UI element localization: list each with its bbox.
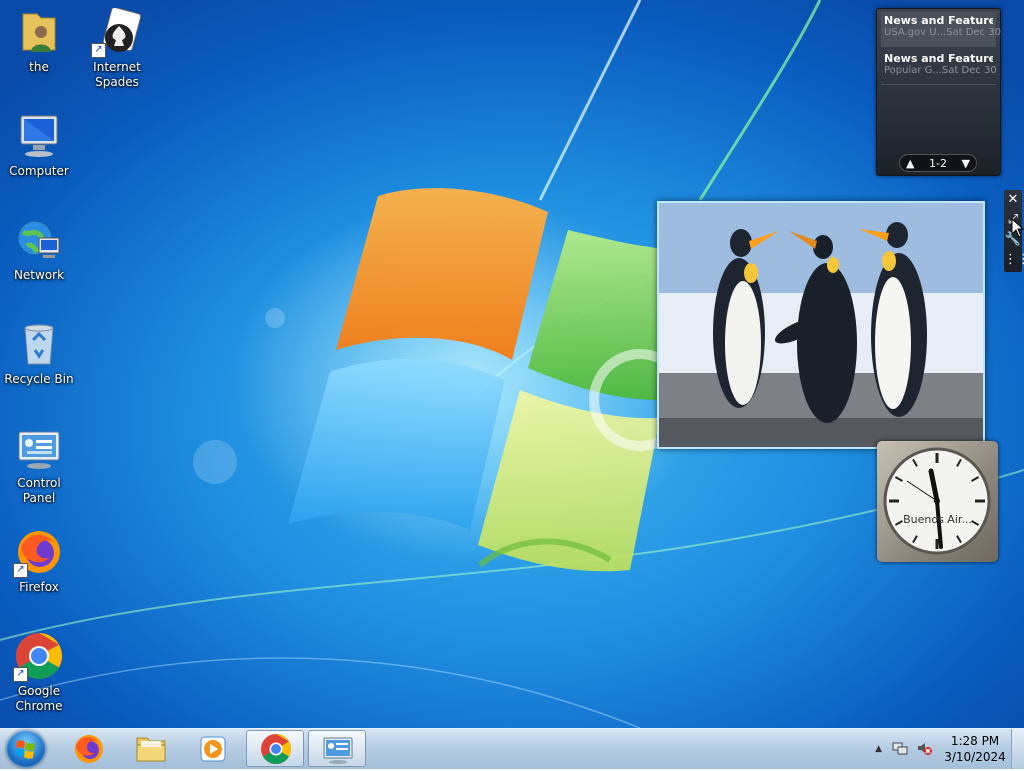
taskbar-media-player[interactable] [184, 730, 242, 767]
start-button[interactable] [6, 730, 46, 768]
taskbar-control-panel[interactable] [308, 730, 366, 767]
recycle-bin-icon [15, 320, 63, 368]
desktop: the ↗ Internet Spades Computer Network R… [0, 0, 1024, 728]
computer-icon [15, 112, 63, 160]
network-status-icon[interactable] [892, 740, 908, 759]
desktop-icon-label: Recycle Bin [4, 372, 74, 386]
feed-item-source: Popular G... [884, 65, 942, 76]
desktop-icon-label: Computer [9, 164, 69, 178]
control-panel-icon [15, 424, 63, 472]
feed-headlines-gadget[interactable]: News and Features f... USA.gov U... Sat … [876, 8, 1001, 176]
desktop-icon-recycle-bin[interactable]: Recycle Bin [0, 314, 78, 387]
mouse-cursor-icon [1011, 218, 1024, 238]
taskbar-time: 1:28 PM [950, 734, 1000, 748]
desktop-icon-firefox[interactable]: ↗ Firefox [0, 522, 78, 595]
arrow-up-icon[interactable]: ▲ [906, 157, 914, 170]
penguins-photo [659, 203, 983, 447]
drag-grip-icon[interactable]: ⋮⋮ [1004, 250, 1024, 270]
show-desktop-button[interactable] [1011, 729, 1024, 769]
feed-item-source: USA.gov U... [884, 27, 947, 38]
taskbar-date: 3/10/2024 [944, 750, 1006, 764]
desktop-icon-user-folder[interactable]: the [0, 2, 78, 75]
taskbar-explorer[interactable] [122, 730, 180, 767]
desktop-icon-computer[interactable]: Computer [0, 106, 78, 179]
slideshow-gadget[interactable] [657, 201, 985, 449]
desktop-icon-network[interactable]: Network [0, 210, 78, 283]
feed-item-title: News and Features f... [884, 52, 993, 65]
desktop-icon-label: the [29, 60, 49, 74]
show-hidden-icons-button[interactable]: ▲ [875, 744, 882, 754]
analog-clock-face [883, 447, 991, 555]
spades-game-icon: ↗ [91, 6, 142, 58]
shortcut-arrow-icon: ↗ [13, 563, 28, 578]
chrome-icon: ↗ [13, 632, 63, 682]
taskbar-clock[interactable]: 1:28 PM 3/10/2024 [940, 733, 1010, 765]
desktop-icon-label: Firefox [19, 580, 59, 594]
clock-city-label: Buenos Air... [903, 513, 972, 526]
shortcut-arrow-icon: ↗ [91, 43, 106, 58]
arrow-down-icon[interactable]: ▼ [962, 157, 970, 170]
user-folder-icon [15, 8, 63, 56]
clock-gadget[interactable]: Buenos Air... [877, 441, 998, 562]
feed-item-date: Sat Dec 30 [946, 27, 1001, 38]
feed-item-title: News and Features f... [884, 14, 993, 27]
feed-pager: ▲ 1-2 ▼ [899, 154, 977, 172]
desktop-icon-label: Internet Spades [93, 60, 141, 89]
media-player-icon [200, 736, 226, 762]
taskbar-firefox[interactable] [60, 730, 118, 767]
feed-page-indicator: 1-2 [929, 156, 947, 170]
desktop-icon-control-panel[interactable]: Control Panel [0, 418, 78, 506]
system-tray: ▲ 1:28 PM 3/10/2024 [875, 729, 1010, 769]
shortcut-arrow-icon: ↗ [13, 667, 28, 682]
desktop-icon-google-chrome[interactable]: ↗ Google Chrome [0, 626, 78, 714]
network-icon [15, 216, 63, 264]
desktop-icon-label: Control Panel [17, 476, 61, 505]
control-panel-icon [323, 737, 353, 764]
desktop-icon-internet-spades[interactable]: ↗ Internet Spades [78, 2, 156, 90]
chrome-icon [261, 734, 292, 765]
close-icon[interactable]: ✕ [1004, 190, 1022, 210]
firefox-icon [75, 735, 103, 763]
taskbar-chrome[interactable] [246, 730, 304, 767]
desktop-icon-label: Google Chrome [15, 684, 63, 713]
feed-item-date: Sat Dec 30 [941, 65, 997, 76]
feed-item[interactable]: News and Features f... Popular G... Sat … [881, 50, 997, 85]
volume-muted-icon[interactable] [916, 740, 932, 759]
desktop-icon-label: Network [13, 268, 65, 282]
folder-icon [136, 737, 166, 762]
firefox-icon: ↗ [13, 528, 63, 578]
feed-item[interactable]: News and Features f... USA.gov U... Sat … [881, 12, 1001, 47]
windows-logo-icon [15, 740, 35, 759]
taskbar: ▲ 1:28 PM 3/10/2024 [0, 728, 1024, 769]
